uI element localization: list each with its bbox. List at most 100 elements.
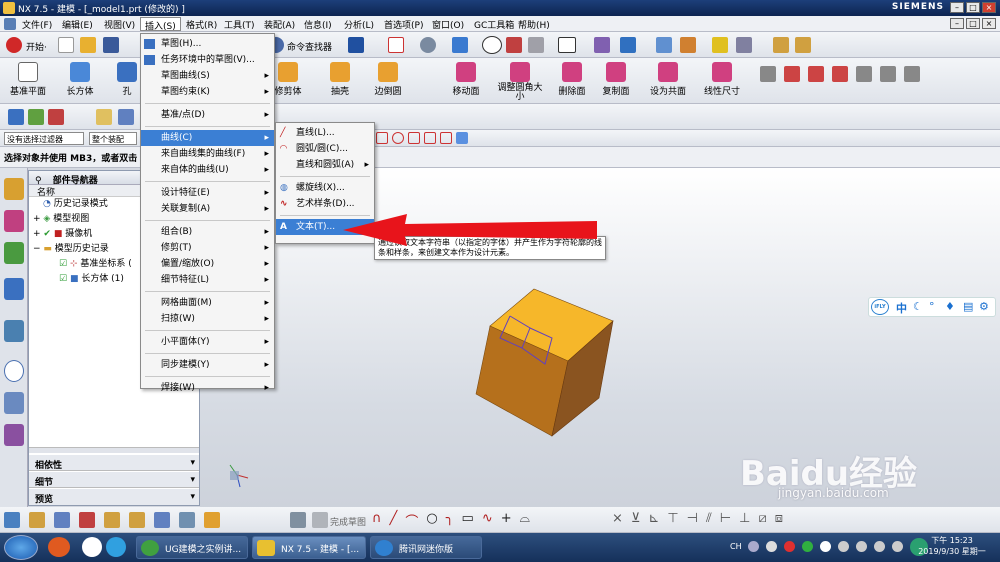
rectangle-icon[interactable]: ▭ [462,511,474,530]
assembly-icon[interactable] [8,109,24,125]
network-icon[interactable] [874,541,885,552]
insert-menu-item[interactable]: 细节特征(L) ▸ [141,272,274,288]
gc-tool-icon[interactable] [784,66,800,82]
menu-file[interactable]: 文件(F) [18,17,56,31]
chevron-down-icon[interactable]: ▾ [190,458,195,468]
ime-mode-toggle[interactable]: 中 [896,300,907,316]
quick-extend-icon[interactable]: ⊻ [631,511,641,526]
copy-face-button[interactable]: 复制面 [594,62,638,97]
edit-icon[interactable] [96,109,112,125]
microphone-icon[interactable]: ♦ [945,300,955,313]
insert-menu-item[interactable]: 网格曲面(M) ▸ [141,295,274,311]
part-navigator-icon[interactable] [4,242,24,264]
sketch-icon[interactable] [290,512,306,528]
dependencies-panel[interactable]: 相依性 ▾ [29,455,199,471]
expand-icon[interactable]: + [33,229,43,239]
circle-icon[interactable]: ○ [426,511,437,530]
wave-icon[interactable] [204,512,220,528]
menu-information[interactable]: 信息(I) [300,17,336,31]
gc-tool-icon[interactable] [880,66,896,82]
insert-menu-item[interactable]: 关联复制(A) ▸ [141,201,274,217]
system-material-icon[interactable] [4,392,24,414]
insert-menu-item[interactable]: 任务环境中的草图(V)... [141,52,274,68]
menu-analysis[interactable]: 分析(L) [340,17,378,31]
start-button[interactable]: 开始· [26,40,47,53]
gc-tool-icon[interactable] [808,66,824,82]
details-panel[interactable]: 细节 ▾ [29,472,199,488]
insert-menu-item[interactable]: 设计特征(E) ▸ [141,185,274,201]
show-constraints-icon[interactable]: ⊥ [739,511,750,526]
background-color-icon[interactable] [558,37,576,53]
parallel-icon[interactable]: ⫽ [706,511,712,526]
make-coplanar-button[interactable]: 设为共面 [646,62,690,97]
insert-menu-item[interactable]: 组合(B) ▸ [141,224,274,240]
preview-panel[interactable]: 预览 ▾ [29,489,199,505]
volume-icon[interactable] [892,541,903,552]
pattern-icon[interactable] [129,512,145,528]
shaded-cube-icon[interactable] [452,37,468,53]
delete-face-button[interactable]: 删除面 [550,62,594,97]
wcs-icon[interactable] [620,37,636,53]
language-indicator[interactable]: CH [730,542,742,551]
history-icon[interactable] [4,360,24,382]
save-icon[interactable] [103,37,119,53]
tray-icon[interactable] [766,541,777,552]
curve-menu-item[interactable]: ╱ 直线(L)... [276,125,374,141]
insert-menu-item[interactable]: 来自曲线集的曲线(F) ▸ [141,146,274,162]
insert-menu-item[interactable]: 基准/点(D) ▸ [141,107,274,123]
move-component-icon[interactable] [54,512,70,528]
collapse-icon[interactable]: − [33,244,43,254]
block-button[interactable]: 长方体 [58,62,102,97]
fit-view-icon[interactable] [388,37,404,53]
doc-close-button[interactable]: × [982,18,996,29]
tray-icon[interactable] [856,541,867,552]
assembly-scope-dropdown[interactable]: 整个装配 [89,132,137,145]
tray-icon[interactable] [748,541,759,552]
menu-gc-toolbox[interactable]: GC工具箱 [470,17,518,31]
doc-restore-button[interactable]: □ [966,18,980,29]
new-file-icon[interactable] [58,37,74,53]
assembly-icon[interactable] [4,512,20,528]
web-browser-icon[interactable] [4,320,24,342]
alternate-solution-icon[interactable]: ⧈ [775,511,783,526]
insert-menu-item[interactable]: 修剪(T) ▸ [141,240,274,256]
checkbox-checked-icon[interactable]: ☑ [59,259,70,269]
gc-tool-icon[interactable] [856,66,872,82]
qq-messenger-icon[interactable] [82,537,102,557]
chevron-down-icon[interactable]: ▾ [190,492,195,502]
insert-menu-item[interactable]: 曲线(C) ▸ [141,130,274,146]
insert-menu-item[interactable]: 草图约束(K) ▸ [141,84,274,100]
snap-endpoint-icon[interactable] [376,132,388,144]
constraint-icon[interactable] [79,512,95,528]
layer-icon[interactable] [594,37,610,53]
close-button[interactable]: × [982,2,996,13]
roles-icon[interactable] [4,424,24,446]
rotate-icon[interactable] [420,37,436,53]
view-icon[interactable] [736,37,752,53]
dimension-icon[interactable]: ⊣ [687,511,698,526]
section-view-icon[interactable] [506,37,522,53]
snap-body-icon[interactable] [456,132,468,144]
clock[interactable]: 下午 15:23 2019/9/30 星期一 [908,535,996,557]
panel-splitter[interactable] [29,447,199,453]
constraint-icon[interactable] [48,109,64,125]
punctuation-icon[interactable]: ° [929,300,935,313]
datum-plane-button[interactable]: 基准平面 [6,62,50,97]
curve-menu-item[interactable]: ◠ 圆弧/圆(C)... [276,141,374,157]
analysis-icon[interactable] [656,37,672,53]
command-finder-button[interactable]: 命令查找器 [287,40,332,53]
make-corner-icon[interactable]: ⊾ [648,511,659,526]
gc-tool-icon[interactable] [832,66,848,82]
gray-cube-icon[interactable] [528,37,544,53]
insert-menu-item[interactable]: 同步建模(Y) ▸ [141,357,274,373]
convert-reference-icon[interactable]: ⧄ [758,511,766,526]
tray-icon[interactable] [838,541,849,552]
selection-filter-dropdown[interactable]: 没有选择过滤器 [4,132,84,145]
tray-icon[interactable] [820,541,831,552]
fillet-icon[interactable]: ╮ [446,511,454,530]
minimize-button[interactable]: – [950,2,964,13]
tray-icon[interactable] [784,541,795,552]
tool-icon[interactable] [118,109,134,125]
insert-menu-item[interactable]: 来自体的曲线(U) ▸ [141,162,274,178]
maximize-button[interactable]: □ [966,2,980,13]
